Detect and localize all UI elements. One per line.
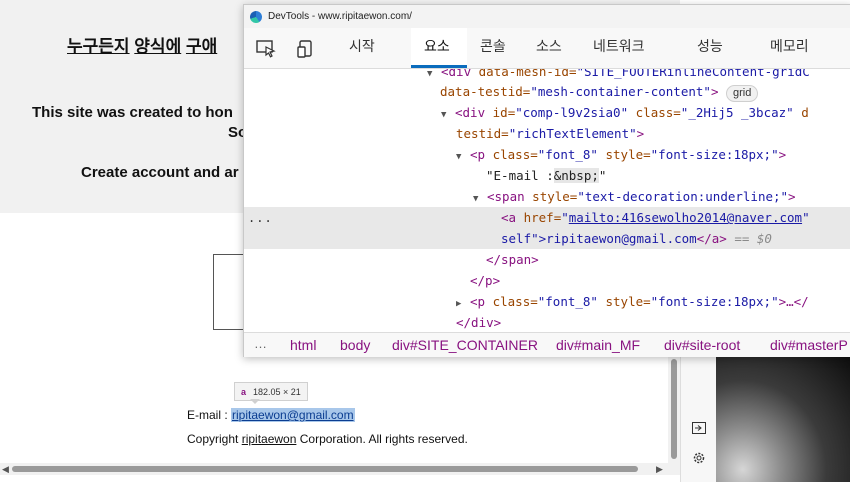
tab-welcome[interactable]: 시작 [349,36,375,56]
dom-line[interactable]: "E-mail :&nbsp;" [244,165,850,186]
dom-line-selected[interactable]: self">ripitaewon@gmail.com</a> == $0 [244,228,850,249]
dom-line[interactable]: data-testid="mesh-container-content"> gr… [244,81,850,102]
dom-line[interactable]: </span> [244,249,850,270]
active-tab-indicator [411,65,467,68]
page-heading: 누구든지 양식에 구애 [67,32,217,57]
dom-line-selected[interactable]: <a href="mailto:416sewolho2014@naver.com… [244,207,850,228]
devtools-toolbar: 시작 요소 콘솔 소스 네트워크 성능 메모리 [244,28,850,69]
footer-email-line: E-mail : ripitaewon@gmail.com [187,408,355,422]
dom-tree[interactable]: ▼ <div data-mesh-id="SITE_FOOTERinlineCon… [244,69,850,332]
tab-performance[interactable]: 성능 [697,36,723,56]
vertical-scrollbar[interactable] [668,355,680,463]
dom-line[interactable]: </div> [244,312,850,332]
breadcrumb-item[interactable]: div#main_MF [556,337,640,353]
page-cta-text: Create account and ar [81,164,239,181]
copyright-prefix: Copyright [187,432,239,446]
horizontal-scrollbar[interactable]: ◀ ▶ [0,463,680,475]
dom-line[interactable]: testid="richTextElement"> [244,123,850,144]
tab-sources[interactable]: 소스 [536,36,562,56]
devtools-titlebar[interactable]: DevTools - www.ripitaewon.com/ [244,5,850,28]
dom-line[interactable]: ▶ <p class="font_8" style="font-size:18px… [244,291,850,312]
page-intro-text: This site was created to hon [32,104,233,121]
copyright-name[interactable]: ripitaewon [242,432,297,446]
settings-gear-icon[interactable] [690,449,708,467]
heading-word-3[interactable]: 구애 [186,37,217,56]
horizontal-scroll-thumb[interactable] [12,466,638,472]
tab-console[interactable]: 콘솔 [480,36,506,56]
dom-line[interactable]: ▼ <div id="comp-l9v2sia0" class="_2Hij5 _… [244,102,850,123]
edge-browser-icon [250,10,262,23]
dom-line[interactable]: </p> [244,270,850,291]
grid-badge[interactable]: grid [726,85,759,102]
scroll-right-arrow-icon[interactable]: ▶ [656,464,663,475]
tooltip-size: 182.05 × 21 [253,386,301,397]
desktop-wallpaper [716,355,850,482]
dock-icon[interactable] [690,419,708,437]
dom-line[interactable]: ▼ <p class="font_8" style="font-size:18px… [244,144,850,165]
breadcrumb-item[interactable]: html [290,337,316,353]
tab-memory[interactable]: 메모리 [770,36,809,56]
devtools-window: DevTools - www.ripitaewon.com/ 시작 요소 콘솔 … [243,4,850,357]
element-size-tooltip: a 182.05 × 21 [234,382,308,401]
heading-word-2[interactable]: 양식에 [134,37,181,56]
breadcrumb-item[interactable]: div#SITE_CONTAINER [392,337,538,353]
tooltip-tag: a [241,386,247,397]
inspect-element-icon[interactable] [255,38,277,60]
breadcrumb-item[interactable]: div#site-root [664,337,740,353]
breadcrumb-item[interactable]: div#masterP [770,337,848,353]
side-dock [680,355,717,482]
scroll-left-arrow-icon[interactable]: ◀ [2,464,9,475]
breadcrumb: … html body div#SITE_CONTAINER div#main_… [244,332,850,357]
devtools-title: DevTools - www.ripitaewon.com/ [268,11,412,22]
tab-network[interactable]: 네트워크 [593,36,645,56]
heading-word-1[interactable]: 누구든지 [67,37,130,56]
email-label: E-mail : [187,408,228,422]
mailto-link[interactable]: mailto:416sewolho2014@naver.com [569,210,802,225]
email-link[interactable]: ripitaewon@gmail.com [231,408,355,422]
copyright-suffix: Corporation. All rights reserved. [299,432,468,446]
footer-copyright: Copyright ripitaewon Corporation. All ri… [187,432,468,446]
tooltip-arrow [250,399,260,404]
dom-line[interactable]: ▼ <span style="text-decoration:underline;… [244,186,850,207]
tab-elements[interactable]: 요소 [424,36,450,56]
node-actions-ellipsis[interactable]: ... [248,211,273,225]
breadcrumb-item[interactable]: body [340,337,370,353]
breadcrumb-more-icon[interactable]: … [254,336,267,351]
vertical-scroll-thumb[interactable] [671,359,677,459]
device-emulation-icon[interactable] [296,38,318,60]
